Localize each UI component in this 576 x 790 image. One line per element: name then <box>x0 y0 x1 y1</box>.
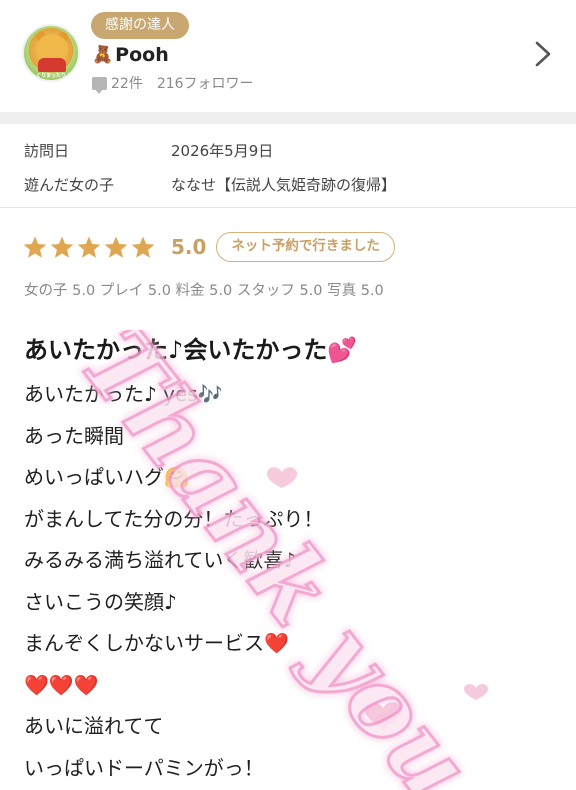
star-icon <box>104 236 128 258</box>
girl-name-link[interactable]: ななせ【伝説人気姫奇跡の復帰】 <box>171 174 396 195</box>
star-icon <box>23 236 47 258</box>
chevron-right-icon[interactable] <box>534 40 552 68</box>
rating-row: 5.0 ネット予約で行きました <box>22 232 395 262</box>
reviewer-name[interactable]: Pooh <box>115 44 169 66</box>
star-icon <box>50 236 74 258</box>
star-icon <box>77 236 101 258</box>
review-count: 22件 <box>111 76 143 92</box>
comment-icon <box>92 76 107 94</box>
section-divider <box>0 112 576 124</box>
star-rating <box>22 235 157 260</box>
overall-score: 5.0 <box>171 235 207 259</box>
star-icon <box>131 236 155 258</box>
title-badge: 感謝の達人 <box>91 12 189 39</box>
review-line: ❤️❤️❤️ <box>24 672 99 697</box>
review-line: めいっぱいハグ🤗 <box>24 465 189 489</box>
teddy-bear-icon: 🧸 <box>92 45 114 65</box>
reservation-badge: ネット予約で行きました <box>216 232 395 262</box>
visit-date-value: 2026年5月9日 <box>171 142 274 160</box>
review-line: あった瞬間 <box>24 423 124 448</box>
review-title: あいたかった♪会いたかった💕 <box>24 336 358 364</box>
follower-count: 216フォロワー <box>156 76 254 92</box>
reviewer-stats: 22件 216フォロワー <box>92 73 254 94</box>
visit-info: 訪問日 2026年5月9日 遊んだ女の子 ななせ【伝説人気姫奇跡の復帰】 <box>0 124 576 208</box>
bear-shirt <box>38 58 66 72</box>
review-line: さいこうの笑顔♪ <box>24 589 177 614</box>
avatar[interactable]: ゆっくりまったりよろしく <box>22 24 80 82</box>
review-line: まんぞくしかないサービス❤️ <box>24 631 289 655</box>
review-line: がまんしてた分の分！たっぷり！ <box>24 506 324 531</box>
sub-scores: 女の子 5.0 プレイ 5.0 料金 5.0 スタッフ 5.0 写真 5.0 <box>24 283 384 299</box>
reviewer-profile[interactable]: ゆっくりまったりよろしく 感謝の達人 🧸 Pooh 22件 216フォロワー <box>0 0 576 112</box>
review-line: みるみる満ち溢れていく歓喜♪ <box>24 548 297 572</box>
girl-label: 遊んだ女の子 <box>24 176 115 194</box>
visit-date-label: 訪問日 <box>24 142 70 160</box>
review-body: あいたかった♪ yes🎶 あった瞬間めいっぱいハグ🤗 がまんしてた分の分！たっぷり！… <box>24 378 564 790</box>
review-line: あいたかった♪ yes🎶 <box>24 382 223 406</box>
review-line: あいに溢れてて <box>24 714 164 738</box>
avatar-caption: ゆっくりまったりよろしく <box>26 73 76 79</box>
name-row: 🧸 Pooh <box>92 44 169 66</box>
review-line: いっぱいドーパミンがっ！ <box>24 755 264 780</box>
